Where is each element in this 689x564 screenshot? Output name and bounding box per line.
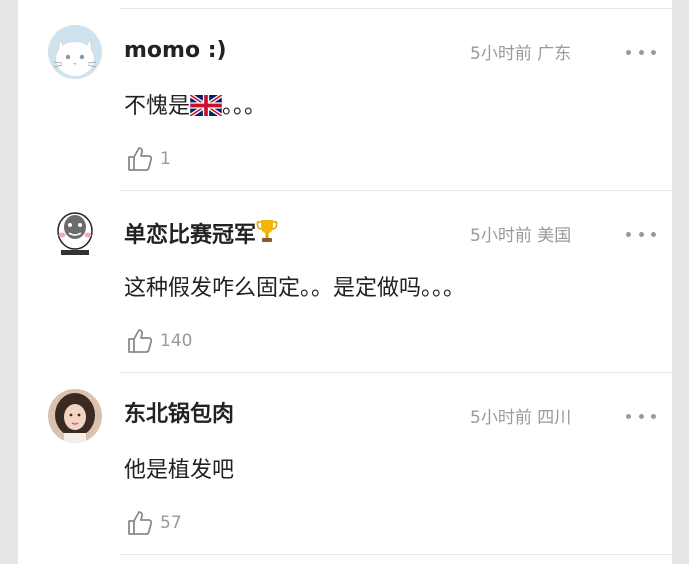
like-count: 140	[160, 331, 193, 351]
comment-meta: 5小时前 广东	[470, 43, 571, 65]
comment-item: 东北锅包肉 5小时前 四川 他是植发吧 57	[18, 369, 672, 551]
comment-text-body: 不愧是	[124, 94, 191, 119]
avatar[interactable]	[48, 207, 102, 261]
comment-text: 他是植发吧	[124, 458, 235, 483]
thumbs-up-icon	[128, 147, 153, 171]
username[interactable]: 东北锅包肉	[124, 400, 234, 430]
divider	[120, 554, 672, 555]
like-button[interactable]: 140	[126, 325, 192, 357]
comment-item: momo :) 5小时前 广东 不愧是 。。。 1	[18, 5, 672, 187]
more-options-icon[interactable]	[626, 405, 656, 427]
comment-item: 单恋比赛冠军 5小时前 美国 这种假发咋么固定。。是定做吗。。。 140	[18, 187, 672, 369]
comment-text: 不愧是 。。。	[124, 91, 266, 123]
comment-time: 5小时前	[470, 44, 532, 64]
comment-text-suffix: 。。。	[222, 94, 267, 119]
username-text: 单恋比赛冠军	[124, 223, 257, 248]
more-options-icon[interactable]	[626, 41, 656, 63]
comment-location: 四川	[537, 408, 572, 428]
like-button[interactable]: 57	[126, 507, 182, 539]
like-count: 1	[160, 149, 171, 169]
thumbs-up-icon	[128, 511, 153, 535]
meme-face-avatar-icon	[48, 207, 102, 261]
comment-location: 美国	[537, 226, 572, 246]
comment-meta: 5小时前 四川	[470, 407, 571, 429]
avatar[interactable]	[48, 25, 102, 79]
trophy-icon	[256, 220, 278, 242]
comment-time: 5小时前	[470, 226, 532, 246]
username[interactable]: momo :)	[124, 36, 227, 66]
comment-list-panel: momo :) 5小时前 广东 不愧是 。。。 1 单恋比赛冠军 5小时前 美国…	[18, 0, 672, 564]
comment-meta: 5小时前 美国	[470, 225, 571, 247]
like-count: 57	[160, 513, 182, 533]
more-options-icon[interactable]	[626, 223, 656, 245]
comment-location: 广东	[537, 44, 572, 64]
uk-flag-icon	[190, 95, 223, 116]
woman-portrait-avatar-icon	[48, 389, 102, 443]
white-cat-avatar-icon	[48, 25, 102, 79]
comment-text: 这种假发咋么固定。。是定做吗。。。	[124, 276, 466, 301]
comment-time: 5小时前	[470, 408, 532, 428]
username[interactable]: 单恋比赛冠军	[124, 218, 278, 251]
avatar[interactable]	[48, 389, 102, 443]
thumbs-up-icon	[128, 329, 153, 353]
like-button[interactable]: 1	[126, 143, 171, 175]
